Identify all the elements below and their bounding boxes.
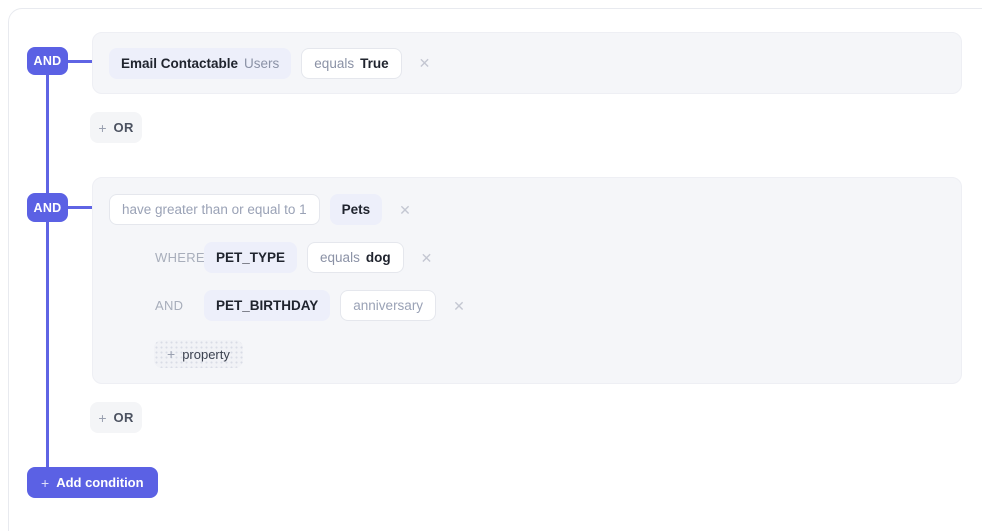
subcondition-row-and: AND PET_BIRTHDAY anniversary ✕ [155, 290, 465, 321]
remove-condition-icon[interactable]: ✕ [419, 56, 431, 70]
remove-subcondition-icon[interactable]: ✕ [421, 251, 433, 265]
property-name: PET_BIRTHDAY [216, 298, 318, 313]
and-operator-badge-2[interactable]: AND [27, 193, 68, 222]
connector-line-group1 [66, 60, 92, 63]
property-name: PET_TYPE [216, 250, 285, 265]
remove-condition-icon[interactable]: ✕ [399, 203, 411, 217]
add-condition-label: Add condition [56, 475, 143, 490]
property-chip-email-contactable[interactable]: Email Contactable Users [109, 48, 291, 79]
property-chip-pet-birthday[interactable]: PET_BIRTHDAY [204, 290, 330, 321]
condition-card-2: have greater than or equal to 1 Pets ✕ W… [92, 177, 962, 384]
object-name: Pets [342, 202, 371, 217]
and-operator-badge-1[interactable]: AND [27, 47, 68, 75]
property-chip-pet-type[interactable]: PET_TYPE [204, 242, 297, 273]
operator-label: equals [320, 250, 360, 265]
where-connector-label: WHERE [155, 250, 204, 265]
operator-value-chip-equals-true[interactable]: equals True [301, 48, 401, 79]
segment-condition-builder: AND Email Contactable Users equals True … [0, 0, 982, 531]
value-label: True [360, 56, 389, 71]
add-or-button-2[interactable]: + OR [90, 402, 142, 433]
and-connector-label: AND [155, 298, 204, 313]
plus-icon: + [167, 346, 175, 362]
property-name: Email Contactable [121, 56, 238, 71]
add-condition-button[interactable]: + Add condition [27, 467, 158, 498]
connector-vertical-line [46, 61, 49, 471]
value-label: dog [366, 250, 391, 265]
add-or-button-1[interactable]: + OR [90, 112, 142, 143]
plus-icon: + [98, 120, 106, 136]
or-button-label: OR [114, 120, 134, 135]
plus-icon: + [41, 475, 49, 491]
operator-value-chip-equals-dog[interactable]: equals dog [307, 242, 404, 273]
subcondition-row-where: WHERE PET_TYPE equals dog ✕ [155, 242, 432, 273]
value-placeholder-chip-anniversary[interactable]: anniversary [340, 290, 436, 321]
connector-line-group2 [66, 206, 92, 209]
quantifier-chip[interactable]: have greater than or equal to 1 [109, 194, 320, 225]
property-category: Users [244, 56, 279, 71]
object-chip-pets[interactable]: Pets [330, 194, 383, 225]
add-property-label: property [182, 347, 230, 362]
plus-icon: + [98, 410, 106, 426]
condition-card-1: Email Contactable Users equals True ✕ [92, 32, 962, 94]
operator-label: equals [314, 56, 354, 71]
condition-row-main: have greater than or equal to 1 Pets ✕ [109, 194, 411, 225]
or-button-label: OR [114, 410, 134, 425]
remove-subcondition-icon[interactable]: ✕ [453, 299, 465, 313]
add-property-button[interactable]: + property [154, 340, 243, 368]
